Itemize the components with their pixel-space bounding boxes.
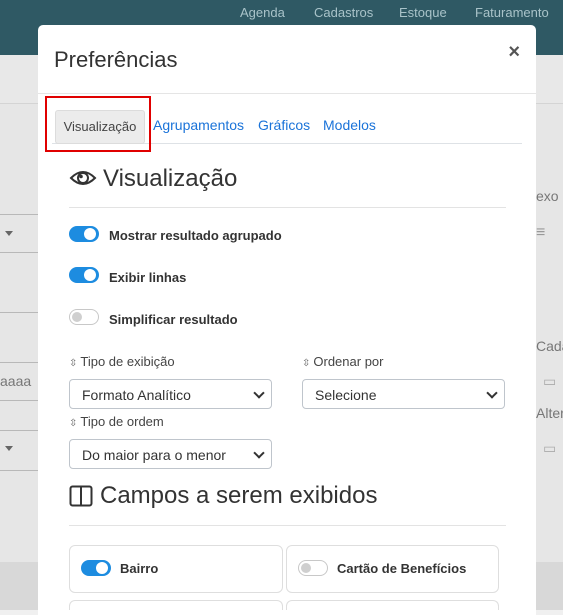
sort-icon: ⇳: [69, 358, 78, 369]
columns-icon: [69, 485, 93, 507]
toggle-knob: [72, 312, 82, 322]
label-tipo-exibicao: ⇳ Tipo de exibição: [69, 354, 175, 369]
select-ordenar-por-value: Selecione: [315, 387, 377, 403]
toggle-knob: [84, 269, 96, 281]
section-divider: [69, 525, 506, 526]
nav-faturamento[interactable]: Faturamento: [475, 5, 549, 20]
calendar-icon: ▭: [543, 373, 557, 389]
label-tipo-ordem-text: Tipo de ordem: [80, 414, 164, 429]
top-nav: Agenda Cadastros Estoque Faturamento: [0, 5, 563, 21]
bg-divider: [0, 252, 38, 253]
label-tipo-ordem: ⇳ Tipo de ordem: [69, 414, 164, 429]
label-cartao-beneficios: Cartão de Benefícios: [337, 561, 467, 576]
toggle-knob: [96, 562, 108, 574]
section-title-campos: Campos a serem exibidos: [100, 482, 378, 509]
sort-icon: ⇳: [69, 418, 78, 429]
bg-label-alteracao: Altera: [536, 405, 563, 421]
section-title-visualizacao: Visualização: [103, 165, 238, 192]
bg-divider: [0, 470, 38, 471]
toggle-simplificar-resultado[interactable]: [69, 309, 99, 325]
bg-dropdown-caret: [5, 446, 13, 451]
toggle-knob: [84, 228, 96, 240]
bg-divider: [0, 312, 38, 313]
modal-title: Preferências: [54, 47, 178, 72]
bg-date-placeholder: aaaa: [0, 373, 32, 389]
field-card-cartao-beneficios: Cartão de Benefícios: [286, 545, 499, 593]
label-exibir-linhas: Exibir linhas: [109, 270, 187, 285]
label-bairro: Bairro: [120, 561, 159, 576]
select-tipo-ordem[interactable]: Do maior para o menor: [69, 439, 272, 469]
bg-label-cadastro: Cadas: [536, 338, 563, 354]
bg-menu-icon: ≡: [536, 224, 546, 241]
field-card-partial: [69, 600, 283, 610]
bg-divider: [0, 214, 38, 215]
toggle-bairro[interactable]: [81, 560, 111, 576]
bg-dropdown-caret: [5, 231, 13, 236]
close-button[interactable]: ×: [508, 41, 520, 64]
field-card-bairro: Bairro: [69, 545, 283, 593]
select-tipo-exibicao-value: Formato Analítico: [82, 387, 191, 403]
select-ordenar-por[interactable]: Selecione: [302, 379, 505, 409]
modal-header: Preferências ×: [38, 25, 536, 94]
toggle-cartao-beneficios[interactable]: [298, 560, 328, 576]
label-tipo-exibicao-text: Tipo de exibição: [80, 354, 175, 369]
bg-divider: [0, 400, 38, 401]
toggle-knob: [301, 563, 311, 573]
select-tipo-exibicao[interactable]: Formato Analítico: [69, 379, 272, 409]
label-ordenar-por: ⇳ Ordenar por: [302, 354, 383, 369]
chevron-down-icon: [253, 387, 265, 399]
section-divider: [69, 207, 506, 208]
tab-graficos[interactable]: Gráficos: [258, 117, 310, 133]
label-mostrar-resultado-agrupado: Mostrar resultado agrupado: [109, 228, 282, 243]
toggle-exibir-linhas[interactable]: [69, 267, 99, 283]
nav-estoque[interactable]: Estoque: [399, 5, 447, 20]
nav-agenda[interactable]: Agenda: [240, 5, 285, 20]
tab-modelos[interactable]: Modelos: [323, 117, 376, 133]
toggle-mostrar-resultado-agrupado[interactable]: [69, 226, 99, 242]
bg-label-sexo: exo: [536, 188, 559, 204]
chevron-down-icon: [486, 387, 498, 399]
sort-icon: ⇳: [302, 358, 311, 369]
chevron-down-icon: [253, 447, 265, 459]
calendar-icon: ▭: [543, 440, 557, 456]
bg-divider: [0, 362, 38, 363]
tab-highlight-box: [45, 96, 151, 152]
field-card-partial: [286, 600, 499, 610]
eye-icon: [69, 168, 97, 188]
label-simplificar-resultado: Simplificar resultado: [109, 312, 238, 327]
select-tipo-ordem-value: Do maior para o menor: [82, 447, 226, 463]
label-ordenar-por-text: Ordenar por: [313, 354, 384, 369]
tab-agrupamentos[interactable]: Agrupamentos: [153, 117, 244, 133]
nav-cadastros[interactable]: Cadastros: [314, 5, 373, 20]
bg-divider: [0, 430, 38, 431]
